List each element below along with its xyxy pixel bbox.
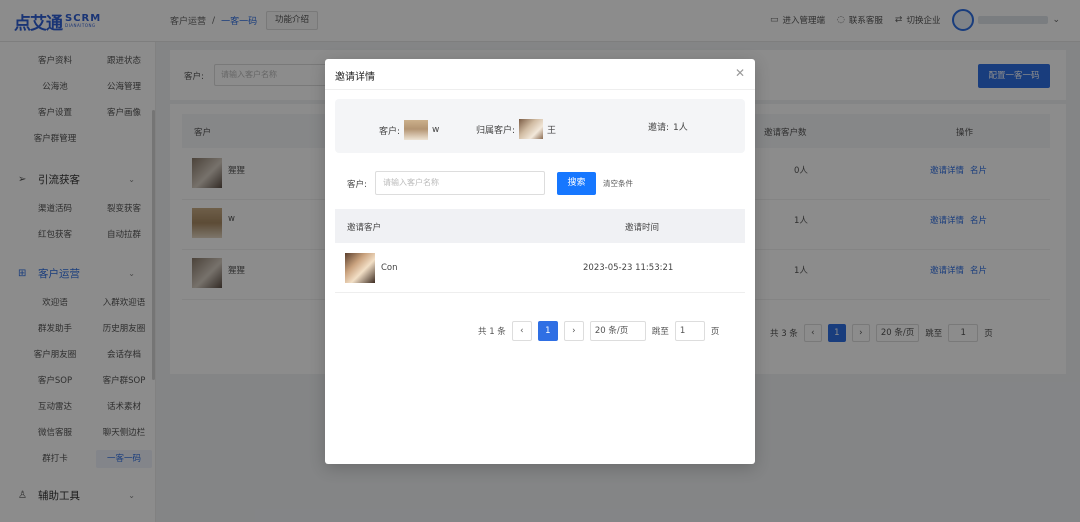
modal-pagination: 共 1 条 ‹ 1 › 20 条/页 跳至 1 页 xyxy=(478,321,719,341)
summary-owner: 归属客户: 王 xyxy=(476,119,556,139)
page-unit: 页 xyxy=(710,327,720,337)
pagination-total: 共 1 条 xyxy=(478,327,506,337)
clear-filter-link[interactable]: 清空条件 xyxy=(603,178,633,189)
col-invite-time: 邀请时间 xyxy=(625,223,660,233)
close-icon[interactable]: ✕ xyxy=(735,66,745,80)
prev-page-button[interactable]: ‹ xyxy=(511,321,532,341)
page-size-select[interactable]: 20 条/页 xyxy=(589,321,646,341)
modal-filter: 客户: 请输入客户名称 搜索 清空条件 xyxy=(347,171,747,197)
filter-label: 客户: xyxy=(347,180,367,190)
modal-search-input[interactable]: 请输入客户名称 xyxy=(375,171,545,195)
invite-detail-modal: 邀请详情 ✕ 客户: w 归属客户: 王 邀请: 1人 客户: 请输入客户名称 … xyxy=(325,59,755,464)
jump-label: 跳至 xyxy=(651,327,669,337)
modal-title: 邀请详情 xyxy=(335,72,375,83)
summary-invite-label: 邀请: xyxy=(648,123,670,133)
summary-owner-name: 王 xyxy=(547,125,557,136)
table-row: Con 2023-05-23 11:53:21 xyxy=(335,243,745,293)
next-page-button[interactable]: › xyxy=(563,321,584,341)
jump-input[interactable]: 1 xyxy=(674,321,705,341)
summary-invite-value: 1人 xyxy=(673,123,688,133)
customer-avatar xyxy=(404,120,429,140)
col-invited-customer: 邀请客户 xyxy=(347,223,382,233)
invite-summary: 客户: w 归属客户: 王 邀请: 1人 xyxy=(335,99,745,153)
summary-owner-label: 归属客户: xyxy=(476,125,516,136)
owner-avatar xyxy=(519,119,544,139)
summary-invite: 邀请: 1人 xyxy=(648,120,688,133)
summary-customer-label: 客户: xyxy=(379,126,401,137)
summary-customer: 客户: w xyxy=(379,120,439,140)
modal-divider xyxy=(325,89,755,90)
invited-customer-name: Con xyxy=(381,263,398,273)
invited-customer-avatar xyxy=(345,253,375,283)
invite-time: 2023-05-23 11:53:21 xyxy=(583,263,674,273)
page-number[interactable]: 1 xyxy=(537,321,558,341)
modal-table-header: 邀请客户 邀请时间 xyxy=(335,209,745,243)
summary-customer-name: w xyxy=(432,125,440,135)
search-button[interactable]: 搜索 xyxy=(557,172,596,195)
